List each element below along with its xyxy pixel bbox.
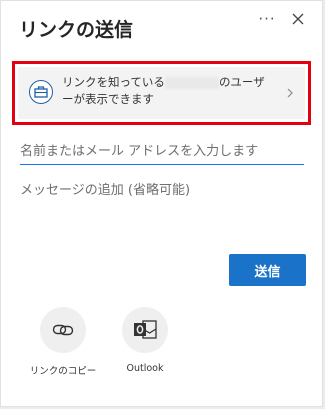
message-input[interactable] [20, 179, 304, 219]
outlook-label: Outlook [126, 363, 164, 374]
outlook-icon [134, 320, 157, 339]
outlook-button[interactable] [122, 307, 168, 353]
close-button[interactable] [288, 9, 308, 29]
close-icon [292, 13, 304, 25]
building-icon [29, 80, 53, 104]
link-icon [52, 324, 74, 336]
copy-link-button[interactable] [40, 307, 86, 353]
copy-link-label: リンクのコピー [29, 366, 97, 377]
send-button[interactable]: 送信 [229, 254, 306, 286]
redacted-organization [164, 76, 219, 89]
dialog-title: リンクの送信 [19, 19, 134, 41]
link-settings-text: リンクを知っている のユーザーが表示できます [62, 74, 272, 108]
send-link-dialog: リンクの送信 ··· リンクを知っている のユーザーが表示できます 名前またはメ… [0, 0, 323, 407]
link-settings-text-prefix: リンクを知っている [62, 75, 165, 89]
more-options-icon: ··· [258, 10, 276, 28]
link-settings-highlight: リンクを知っている のユーザーが表示できます [12, 61, 311, 125]
outlook-option[interactable]: Outlook [100, 307, 190, 374]
copy-link-option[interactable]: リンクのコピー [18, 307, 108, 377]
link-settings-button[interactable]: リンクを知っている のユーザーが表示できます [18, 67, 305, 119]
more-options-button[interactable]: ··· [256, 8, 278, 30]
recipient-input[interactable] [20, 138, 304, 165]
chevron-right-icon [287, 88, 293, 98]
